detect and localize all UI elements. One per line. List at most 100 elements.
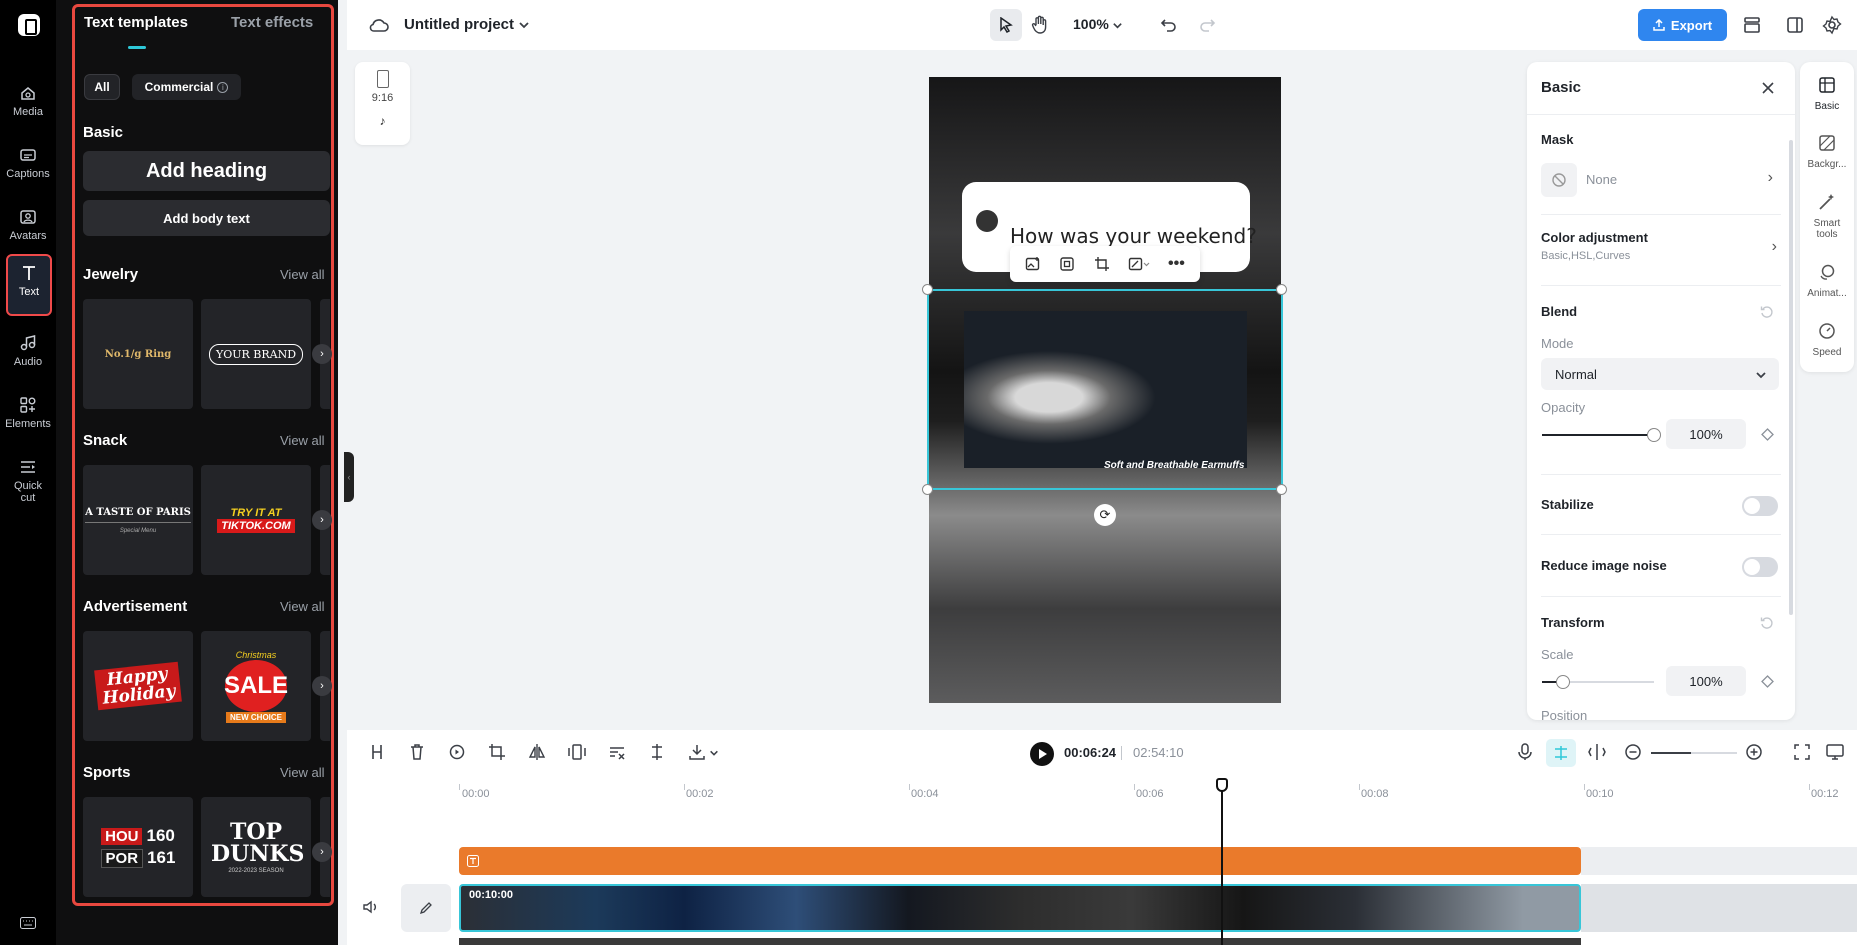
blend-mode-select[interactable]: Normal [1541, 358, 1779, 390]
sidetab-background[interactable]: Backgr... [1800, 134, 1854, 170]
download-icon[interactable] [687, 742, 707, 762]
text-track-clip[interactable] [459, 847, 1581, 875]
add-body-text-button[interactable]: Add body text [83, 200, 330, 236]
template-thumb[interactable]: TOP DUNKS 2022-2023 SEASON [201, 797, 311, 897]
chevron-down-icon[interactable] [709, 748, 719, 758]
view-all-snack-link[interactable]: View all [280, 433, 325, 448]
rail-item-media[interactable]: Media [0, 76, 56, 132]
opacity-slider-knob[interactable] [1647, 428, 1661, 442]
reset-icon[interactable] [1760, 305, 1774, 319]
close-icon[interactable] [1761, 81, 1775, 95]
microphone-icon[interactable] [1515, 742, 1535, 762]
rail-item-captions[interactable]: Captions [0, 138, 56, 194]
aspect-ratio-card[interactable]: 9:16 ♪ [355, 62, 410, 145]
opacity-slider-track[interactable] [1542, 434, 1654, 436]
zoom-out-icon[interactable] [1623, 742, 1643, 762]
hand-icon[interactable] [1031, 15, 1049, 35]
project-title[interactable]: Untitled project [404, 16, 514, 33]
tab-text-templates[interactable]: Text templates [84, 14, 188, 31]
fullscreen-icon[interactable] [1792, 742, 1812, 762]
template-thumb[interactable]: HOU 160 POR 161 [83, 797, 193, 897]
split-view-icon[interactable] [1785, 15, 1805, 35]
delete-icon[interactable] [407, 742, 427, 762]
chevron-right-icon[interactable]: › [312, 842, 332, 862]
zoom-level[interactable]: 100% [1073, 16, 1109, 32]
sidetab-smart-tools[interactable]: Smart tools [1800, 193, 1854, 240]
remove-background-icon[interactable] [1128, 256, 1150, 272]
play-button[interactable] [1030, 742, 1054, 766]
more-options-icon[interactable]: ••• [1168, 255, 1185, 273]
split-icon[interactable] [367, 742, 387, 762]
scale-slider-knob[interactable] [1556, 675, 1570, 689]
color-adjustment-row[interactable]: Color adjustment Basic,HSL,Curves › [1541, 230, 1781, 270]
reset-icon[interactable] [1760, 616, 1774, 630]
chevron-down-icon[interactable] [518, 19, 530, 31]
edit-cover-button[interactable] [401, 884, 451, 932]
template-thumb[interactable]: YOUR BRAND [201, 299, 311, 409]
resize-handle[interactable] [922, 484, 933, 495]
zoom-in-icon[interactable] [1744, 742, 1764, 762]
rail-item-avatars[interactable]: Avatars [0, 200, 56, 256]
fit-icon[interactable] [567, 742, 587, 762]
reduce-noise-toggle[interactable] [1742, 557, 1778, 577]
view-all-advertisement-link[interactable]: View all [280, 599, 325, 614]
undo-icon[interactable] [1160, 16, 1178, 34]
video-track-clip[interactable] [459, 884, 1581, 932]
volume-icon[interactable] [362, 898, 380, 916]
keyframe-icon[interactable] [1761, 428, 1774, 441]
sidetab-speed[interactable]: Speed [1800, 322, 1854, 358]
resize-handle[interactable] [1276, 484, 1287, 495]
template-thumb[interactable]: Happy Holiday [83, 631, 193, 741]
view-all-jewelry-link[interactable]: View all [280, 267, 325, 282]
preview-monitor-icon[interactable] [1825, 742, 1845, 762]
focus-icon[interactable] [1059, 256, 1075, 272]
rail-item-quick-cut[interactable]: Quick cut [0, 450, 56, 516]
bubble-text[interactable]: How was your weekend? [1010, 224, 1257, 248]
rail-item-text[interactable]: Text [6, 254, 52, 316]
tab-text-effects[interactable]: Text effects [231, 14, 313, 31]
chevron-right-icon[interactable]: › [312, 510, 332, 530]
resize-handle[interactable] [1276, 284, 1287, 295]
filter-all-chip[interactable]: All [84, 74, 120, 100]
mask-selector[interactable]: None › [1541, 163, 1779, 197]
cloud-icon[interactable] [368, 16, 390, 34]
rail-item-audio[interactable]: Audio [0, 326, 56, 382]
chevron-right-icon[interactable]: › [312, 676, 332, 696]
playhead-handle[interactable] [1216, 778, 1228, 792]
keyframe-icon[interactable] [1761, 675, 1774, 688]
sidetab-basic[interactable]: Basic [1800, 76, 1854, 112]
filter-commercial-chip[interactable]: Commercial i [132, 74, 241, 100]
magnet-snap-button[interactable] [1546, 739, 1576, 767]
crop-icon[interactable] [1094, 256, 1110, 272]
rail-item-elements[interactable]: Elements [0, 388, 56, 444]
scale-slider-track[interactable] [1558, 681, 1654, 683]
props-scrollbar[interactable] [1789, 140, 1793, 615]
resize-handle[interactable] [922, 284, 933, 295]
chevron-right-icon[interactable]: › [312, 344, 332, 364]
playhead-line[interactable] [1221, 786, 1223, 945]
flip-icon[interactable] [527, 742, 547, 762]
template-thumb[interactable]: A TASTE OF PARIS Special Menu [83, 465, 193, 575]
keyboard-icon[interactable] [20, 917, 36, 929]
view-all-sports-link[interactable]: View all [280, 765, 325, 780]
add-heading-button[interactable]: Add heading [83, 151, 330, 191]
template-thumb[interactable]: TRY IT AT TIKTOK.COM [201, 465, 311, 575]
export-button[interactable]: Export [1638, 9, 1727, 41]
sidetab-animation[interactable]: Animat... [1800, 263, 1854, 299]
stabilize-toggle[interactable] [1742, 496, 1778, 516]
remove-bg-icon[interactable] [607, 742, 627, 762]
opacity-value[interactable]: 100% [1666, 419, 1746, 449]
template-thumb[interactable]: Christmas SALE NEW CHOICE [201, 631, 311, 741]
select-tool-button[interactable] [990, 9, 1022, 41]
settings-gear-icon[interactable] [1822, 15, 1842, 35]
app-logo-icon[interactable] [18, 14, 40, 36]
redo-icon[interactable] [1198, 16, 1216, 34]
layers-icon[interactable] [1742, 15, 1762, 35]
collapse-panel-handle[interactable]: ‹ [344, 452, 354, 502]
crop-icon[interactable] [487, 742, 507, 762]
link-split-icon[interactable] [1587, 742, 1607, 762]
rotate-icon[interactable]: ⟳ [1094, 504, 1116, 526]
audio-track-clip[interactable] [459, 938, 1581, 945]
replay-icon[interactable] [447, 742, 467, 762]
replace-image-icon[interactable] [1025, 256, 1041, 272]
